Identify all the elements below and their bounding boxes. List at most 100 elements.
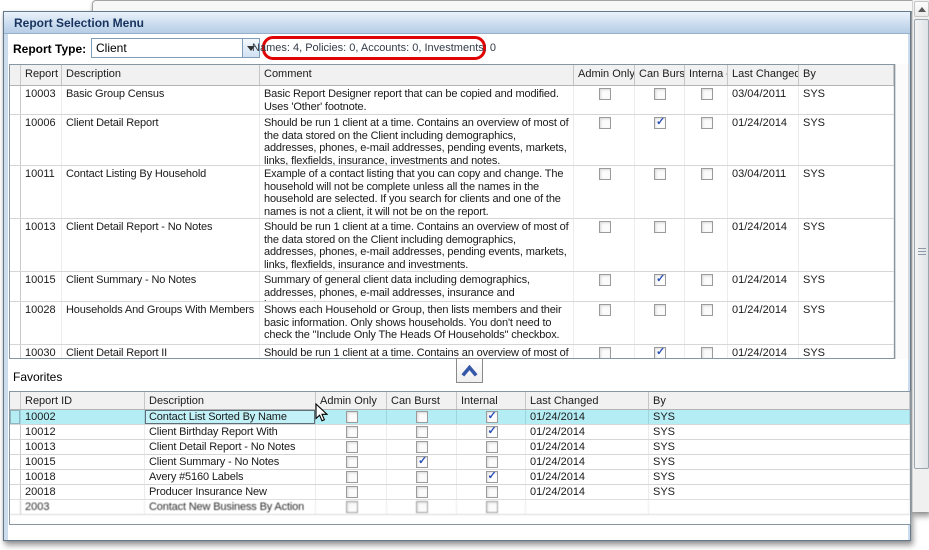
table-row[interactable]: 10015 Client Summary - No Notes Summary of… [10,272,894,302]
column-header[interactable]: By [649,392,910,409]
column-header[interactable]: By [799,65,894,85]
table-scrollbar-track[interactable] [895,64,909,359]
can-burst-checkbox[interactable] [654,168,666,180]
can-burst-checkbox[interactable] [416,471,428,483]
cell-admin-only [574,272,635,301]
column-header[interactable]: Report ID [21,392,145,409]
internal-checkbox[interactable] [485,456,498,468]
admin-only-checkbox[interactable] [598,347,611,358]
table-row[interactable]: 10003 Basic Group Census Basic Report Desi… [10,86,894,115]
can-burst-checkbox[interactable] [416,426,428,438]
admin-only-checkbox[interactable] [598,274,611,286]
table-row[interactable]: 10013 Client Detail Report - No Notes 01/2… [10,440,910,455]
admin-only-checkbox[interactable] [598,304,611,316]
can-burst-checkbox[interactable] [416,455,428,468]
table-row[interactable]: 10015Client Summary - No Notes 01/24/2014… [10,455,910,470]
internal-checkbox[interactable] [700,274,713,286]
can-burst-checkbox[interactable] [654,346,666,358]
internal-checkbox[interactable] [485,486,498,498]
table-row[interactable]: 10013 Client Detail Report - No Notes Shou… [10,219,894,272]
row-gutter[interactable] [10,485,21,499]
column-header[interactable]: Can Burst [635,65,685,85]
admin-only-checkbox[interactable] [598,221,611,233]
row-gutter[interactable] [10,86,21,114]
internal-checkbox[interactable] [485,425,498,438]
row-gutter[interactable] [10,470,21,484]
can-burst-checkbox[interactable] [416,411,428,423]
internal-checkbox[interactable] [700,221,713,233]
column-header[interactable]: Interna▲ [685,65,728,85]
can-burst-checkbox[interactable] [416,441,428,453]
column-header[interactable]: Description [145,392,316,409]
row-gutter[interactable] [10,115,21,165]
admin-only-checkbox[interactable] [345,471,358,483]
scroll-up-button[interactable] [914,1,929,17]
can-burst-checkbox[interactable] [654,304,666,316]
table-row[interactable]: 10028 Households And Groups With Members S… [10,302,894,345]
cell-last-changed: 01/24/2014 [526,410,649,424]
table-row[interactable]: 10011 Contact Listing By Household Example… [10,166,894,219]
can-burst-checkbox[interactable] [654,116,666,129]
internal-checkbox[interactable] [700,168,713,180]
admin-only-checkbox[interactable] [345,486,358,498]
cell-by: SYS [649,470,910,484]
row-gutter[interactable] [10,219,21,271]
table-row[interactable]: 10018Avery #5160 Labels 01/24/2014SYS [10,470,910,485]
row-gutter[interactable] [10,455,21,469]
column-header[interactable]: Report ID [21,65,62,85]
scrollbar-thumb[interactable] [914,19,929,469]
cell-can-burst [387,410,457,424]
column-header[interactable]: Last Changed [728,65,799,85]
row-gutter[interactable] [10,345,21,358]
admin-only-checkbox[interactable] [345,441,358,453]
row-gutter[interactable] [10,410,21,424]
move-up-button[interactable] [456,358,483,383]
table-row[interactable]: 2003 Contact New Business By Action [10,500,910,515]
column-header[interactable]: Admin Only [574,65,635,85]
internal-checkbox[interactable] [700,347,713,358]
internal-checkbox[interactable] [485,441,498,453]
admin-only-checkbox[interactable] [598,88,611,100]
admin-only-checkbox[interactable] [345,426,358,438]
cell-id: 10011 [21,166,62,218]
cell-last-changed: 01/24/2014 [526,440,649,454]
column-header[interactable]: Can Burst [387,392,457,409]
table-row[interactable]: 10002Contact List Sorted By Name 01/24/20… [10,410,910,425]
row-gutter[interactable] [10,500,21,514]
can-burst-checkbox[interactable] [654,221,666,233]
column-header[interactable]: Description [62,65,260,85]
column-header[interactable]: Last Changed [526,392,649,409]
internal-checkbox[interactable] [700,304,713,316]
can-burst-checkbox[interactable] [654,88,666,100]
row-gutter[interactable] [10,302,21,344]
cell-last-changed: 01/24/2014 [728,115,799,165]
can-burst-checkbox[interactable] [654,273,666,286]
row-gutter[interactable] [10,440,21,454]
table-row[interactable]: 10012Client Birthday Report With Primary… [10,425,910,440]
internal-checkbox[interactable] [485,470,498,483]
internal-checkbox[interactable] [485,410,498,423]
admin-only-checkbox[interactable] [345,411,358,423]
table-row[interactable]: 10006 Client Detail Report Should be run 1… [10,115,894,166]
internal-checkbox[interactable] [700,117,713,129]
row-gutter[interactable] [10,425,21,439]
report-type-dropdown[interactable]: Client [91,38,260,58]
cell-description: Producer Insurance New Business [145,485,316,499]
table-row[interactable]: 10030 Client Detail Report II Should be ru… [10,345,894,358]
outer-scrollbar[interactable] [912,0,929,512]
internal-checkbox[interactable] [700,88,713,100]
admin-only-checkbox[interactable] [345,501,358,513]
column-header[interactable]: Comment [260,65,574,85]
admin-only-checkbox[interactable] [345,456,358,468]
admin-only-checkbox[interactable] [598,168,611,180]
admin-only-checkbox[interactable] [598,117,611,129]
can-burst-checkbox[interactable] [416,486,428,498]
window-titlebar[interactable]: Report Selection Menu [4,12,910,34]
column-header[interactable]: Internal [457,392,526,409]
internal-checkbox[interactable] [485,501,498,513]
table-row[interactable]: 20018Producer Insurance New Business 01/2… [10,485,910,500]
cell-last-changed: 03/04/2011 [728,86,799,114]
can-burst-checkbox[interactable] [416,501,428,513]
row-gutter[interactable] [10,272,21,301]
row-gutter[interactable] [10,166,21,218]
